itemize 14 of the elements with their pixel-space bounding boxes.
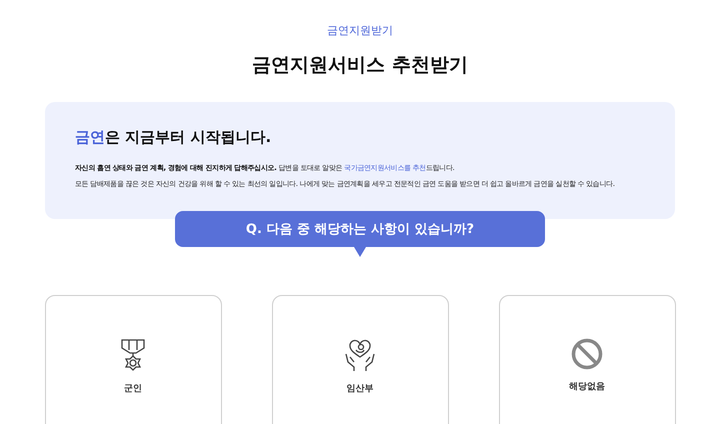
option-label: 해당없음	[569, 381, 605, 393]
page-title: 금연지원서비스 추천받기	[252, 53, 468, 78]
option-label: 임산부	[346, 383, 374, 395]
option-card[interactable]: 임산부	[272, 295, 448, 424]
option-label: 군인	[124, 383, 142, 395]
bubble-pointer	[354, 247, 366, 257]
hands-heart-icon	[343, 338, 377, 372]
question-bubble: Q. 다음 중 해당하는 사항이 있습니까?	[175, 211, 545, 247]
intro-headline: 금연은 지금부터 시작됩니다.	[75, 128, 272, 147]
option-card[interactable]: 군인	[44, 295, 222, 424]
option-card[interactable]: 해당없음	[498, 295, 676, 424]
prohibited-icon	[571, 338, 603, 370]
medal-icon	[120, 338, 146, 372]
breadcrumb: 금연지원받기	[327, 23, 393, 38]
